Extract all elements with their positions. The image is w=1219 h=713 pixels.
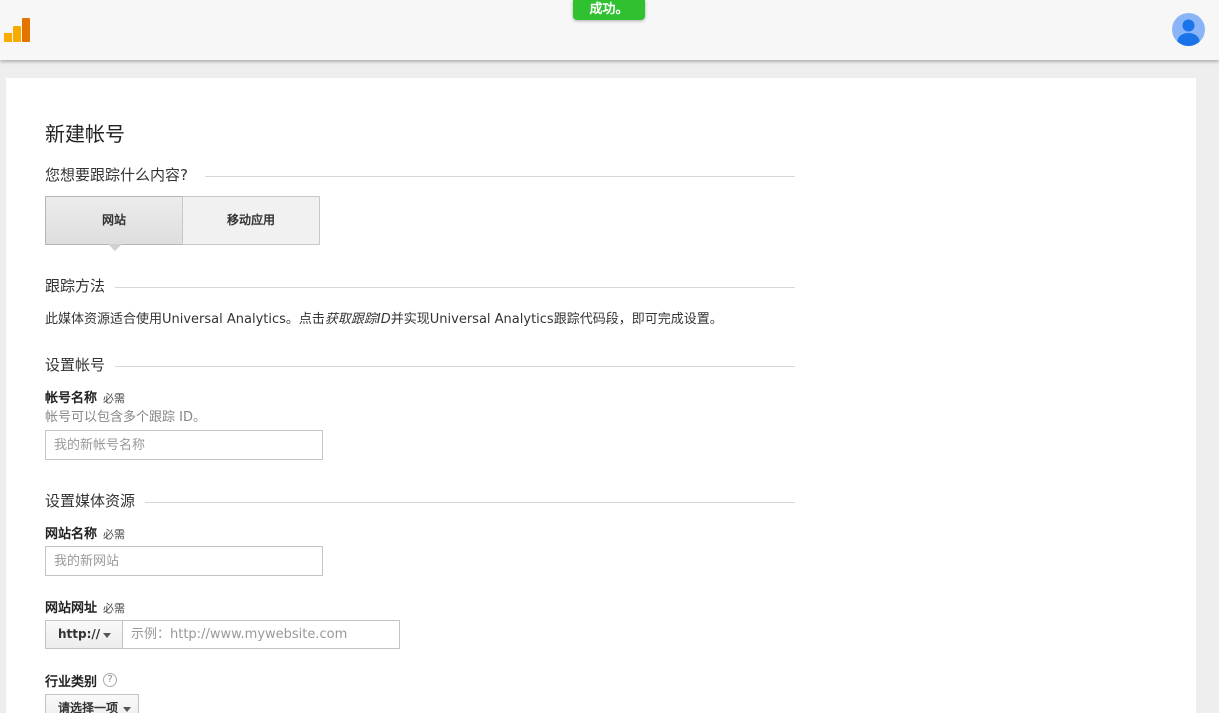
industry-select[interactable]: 请选择一项 (45, 694, 139, 713)
user-avatar-icon[interactable] (1172, 13, 1205, 46)
account-name-label-text: 帐号名称 (45, 391, 98, 406)
industry-select-value: 请选择一项 (58, 701, 119, 713)
option-mobile-app[interactable]: 移动应用 (182, 196, 320, 245)
account-name-hint: 帐号可以包含多个跟踪 ID。 (45, 410, 206, 425)
protocol-value: http:// (58, 627, 101, 641)
divider (115, 366, 795, 367)
site-name-label-text: 网站名称 (45, 527, 98, 542)
method-heading: 跟踪方法 (45, 275, 116, 296)
divider (205, 176, 795, 177)
divider (145, 502, 795, 503)
help-icon[interactable]: ? (103, 673, 117, 687)
method-desc-before: 此媒体资源适合使用Universal Analytics。点击 (45, 312, 325, 327)
site-url-label: 网站网址 必需 (45, 597, 125, 616)
method-desc-emph: 获取跟踪ID (324, 312, 391, 327)
site-url-input[interactable] (122, 620, 400, 649)
required-tag: 必需 (103, 602, 126, 615)
method-description: 此媒体资源适合使用Universal Analytics。点击获取跟踪ID并实现… (45, 308, 723, 327)
new-account-form: 新建帐号 您想要跟踪什么内容? 网站 移动应用 跟踪方法 此媒体资源适合使用Un… (6, 78, 1196, 713)
divider (115, 287, 795, 288)
method-desc-after: 并实现Universal Analytics跟踪代码段，即可完成设置。 (390, 312, 723, 327)
required-tag: 必需 (103, 392, 126, 405)
required-tag: 必需 (103, 528, 126, 541)
protocol-select[interactable]: http:// (45, 620, 123, 649)
chevron-down-icon (103, 633, 111, 638)
analytics-logo-icon[interactable] (4, 16, 32, 44)
success-toast: 成功。 (573, 0, 645, 20)
page-title: 新建帐号 (45, 122, 125, 146)
option-website[interactable]: 网站 (45, 196, 183, 245)
property-heading: 设置媒体资源 (45, 490, 146, 511)
track-heading: 您想要跟踪什么内容? (45, 164, 198, 185)
chevron-down-icon (123, 707, 131, 712)
industry-label: 行业类别 (45, 675, 98, 690)
site-url-label-text: 网站网址 (45, 601, 98, 616)
selected-pointer (108, 244, 122, 251)
account-heading: 设置帐号 (45, 354, 116, 375)
account-name-label: 帐号名称 必需 (45, 387, 125, 406)
site-name-label: 网站名称 必需 (45, 523, 125, 542)
account-name-input[interactable] (45, 430, 323, 460)
site-name-input[interactable] (45, 546, 323, 576)
